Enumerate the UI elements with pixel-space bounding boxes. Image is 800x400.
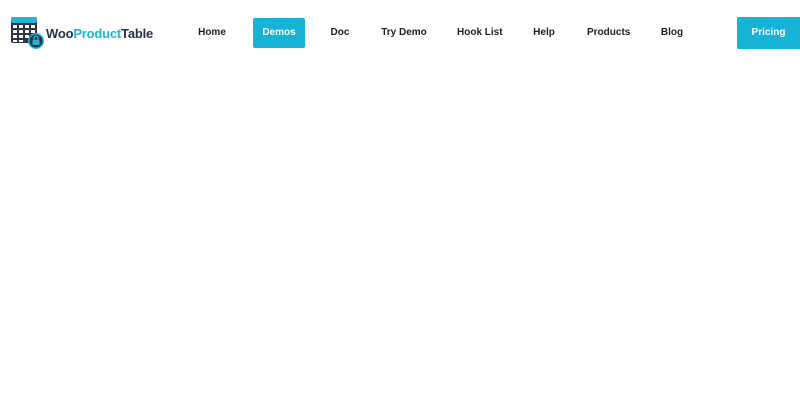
nav-item-home[interactable]: Home	[196, 18, 228, 48]
nav-item-help[interactable]: Help	[532, 18, 556, 48]
nav-item-blog[interactable]: Blog	[660, 18, 684, 48]
page-content-blank	[0, 66, 800, 400]
main-navigation: Home Demos Doc Try Demo Hook List Help P…	[0, 18, 800, 48]
site-header: WooProductTable Home Demos Doc Try Demo …	[0, 0, 800, 66]
nav-item-products[interactable]: Products	[587, 18, 630, 48]
nav-item-doc[interactable]: Doc	[329, 18, 351, 48]
nav-item-try-demo[interactable]: Try Demo	[381, 18, 427, 48]
pricing-button[interactable]: Pricing	[737, 17, 800, 49]
nav-item-hook-list[interactable]: Hook List	[457, 18, 503, 48]
nav-item-demos[interactable]: Demos	[253, 18, 305, 48]
